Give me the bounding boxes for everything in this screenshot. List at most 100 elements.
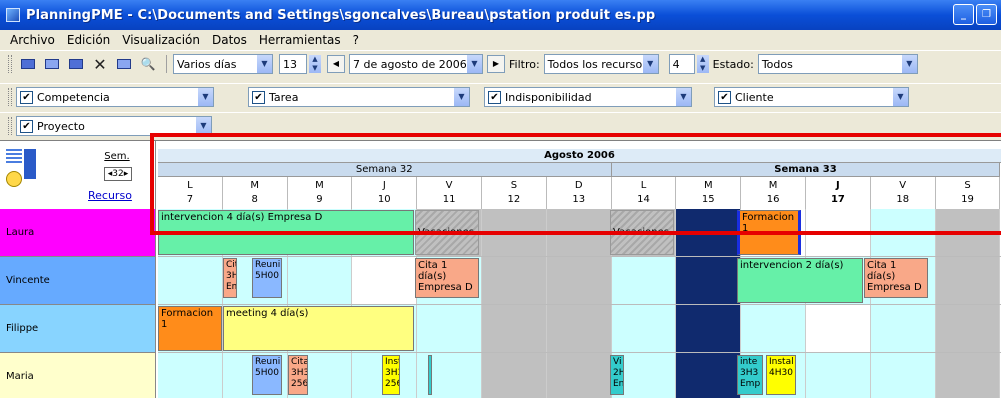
chevron-down-icon[interactable]: ▼ (641, 55, 658, 73)
day-header[interactable]: S 19 (935, 177, 1001, 209)
day-header[interactable]: V 11 (417, 177, 482, 209)
task-bar[interactable]: intervencion 2 día(s) (737, 258, 863, 303)
week-number-control[interactable]: ◂32▸ (104, 167, 132, 181)
task-bar[interactable]: Vi 2H En (610, 355, 624, 395)
task-bar[interactable]: Inst 3H3 256 (382, 355, 400, 395)
day-header[interactable]: M9 (287, 177, 353, 209)
chevron-down-icon[interactable]: ▼ (900, 55, 917, 73)
day-cell[interactable] (806, 353, 871, 398)
checkbox-cliente[interactable]: ✔ (718, 90, 731, 104)
range-select[interactable]: Varios días ▼ (173, 54, 273, 74)
menu-herramientas[interactable]: Herramientas (257, 32, 343, 48)
day-cell[interactable] (546, 257, 612, 304)
day-header[interactable]: S 12 (482, 177, 547, 209)
task-bar[interactable]: Reuni 5H00 (252, 258, 282, 298)
day-header[interactable]: V 18 (870, 177, 936, 209)
search-icon[interactable]: 🔍 (138, 55, 158, 73)
menu-archivo[interactable]: Archivo (8, 32, 57, 48)
task-bar[interactable]: Cita 1 día(s) Empresa D (415, 258, 479, 298)
task-bar[interactable] (428, 355, 432, 395)
task-bar[interactable]: meeting 4 día(s) (223, 306, 414, 351)
task-bar[interactable]: Instal 4H30 (766, 355, 796, 395)
day-cell[interactable] (870, 209, 936, 256)
task-bar[interactable]: Cita 3H3 256 (288, 355, 308, 395)
day-cell[interactable] (546, 305, 612, 352)
menu-visualizacion[interactable]: Visualización (120, 32, 202, 48)
window-icon[interactable] (114, 55, 134, 73)
toolbar-grip[interactable] (8, 117, 12, 135)
menu-datos[interactable]: Datos (210, 32, 249, 48)
minimize-button[interactable]: _ (953, 4, 974, 25)
next-button[interactable]: ▶ (487, 55, 505, 73)
day-cell[interactable] (806, 305, 871, 352)
menu-edicion[interactable]: Edición (65, 32, 112, 48)
filter-select[interactable]: Todos los recursos ▼ (543, 54, 659, 74)
filter-count-spinner[interactable]: ▲ ▼ (696, 55, 709, 73)
checkbox-proyecto[interactable]: ✔ (20, 119, 33, 133)
chevron-down-icon[interactable]: ▼ (892, 88, 908, 106)
date-field[interactable]: 7 de agosto de 2006 ▼ (349, 54, 483, 74)
day-header[interactable]: L7 (158, 177, 223, 209)
day-cell[interactable] (676, 353, 742, 398)
day-header[interactable]: L 14 (611, 177, 677, 209)
day-cell[interactable] (935, 305, 1001, 352)
resource-vincente[interactable]: Vincente (0, 257, 156, 305)
grid-icon[interactable] (66, 55, 86, 73)
day-cell[interactable] (158, 257, 223, 304)
day-cell[interactable] (935, 209, 1001, 256)
unavailability-bar[interactable]: Vacaciones (415, 210, 479, 255)
day-cell[interactable] (870, 353, 936, 398)
resource-filippe[interactable]: Filippe (0, 305, 156, 353)
recurso-link[interactable]: Recurso (88, 189, 132, 202)
calendar-dropdown-icon[interactable]: ▼ (466, 55, 482, 73)
chevron-down-icon[interactable]: ▼ (256, 55, 272, 73)
count-spinner[interactable]: ▲ ▼ (309, 55, 321, 73)
filter-competencia[interactable]: ✔ Competencia ▼ (16, 87, 214, 107)
task-bar[interactable]: Reuni 5H00 (252, 355, 282, 395)
week-mode-button[interactable]: Sem. (104, 151, 130, 162)
task-bar[interactable]: Cita 1 día(s) Empresa D (864, 258, 928, 298)
task-bar[interactable]: intervencion 4 día(s) Empresa D (158, 210, 414, 255)
day-cell[interactable] (741, 305, 806, 352)
day-cell[interactable] (935, 353, 1001, 398)
day-cell[interactable] (417, 353, 482, 398)
day-header[interactable]: J 17 (806, 177, 871, 209)
day-cell[interactable] (546, 353, 612, 398)
day-cell[interactable] (482, 305, 547, 352)
chevron-down-icon[interactable]: ▼ (453, 88, 469, 106)
count-field[interactable]: 13 (279, 54, 307, 74)
chevron-down-icon[interactable]: ▼ (195, 117, 211, 135)
day-cell[interactable] (482, 209, 547, 256)
day-header[interactable]: J 10 (352, 177, 418, 209)
day-cell[interactable] (546, 209, 612, 256)
view-week-icon[interactable] (42, 55, 62, 73)
day-cell[interactable] (611, 257, 677, 304)
filter-indisponibilidad[interactable]: ✔ Indisponibilidad ▼ (484, 87, 692, 107)
day-cell[interactable] (676, 305, 742, 352)
checkbox-tarea[interactable]: ✔ (252, 90, 265, 104)
filter-cliente[interactable]: ✔ Cliente ▼ (714, 87, 909, 107)
checkbox-indisponibilidad[interactable]: ✔ (488, 90, 501, 104)
chevron-down-icon[interactable]: ▼ (197, 88, 213, 106)
filter-tarea[interactable]: ✔ Tarea ▼ (248, 87, 470, 107)
chevron-down-icon[interactable]: ▼ (675, 88, 691, 106)
day-cell[interactable] (611, 305, 677, 352)
day-cell[interactable] (806, 209, 871, 256)
task-bar[interactable]: Cit 3H Em (223, 258, 237, 298)
view-day-icon[interactable] (18, 55, 38, 73)
day-cell[interactable] (676, 209, 742, 256)
day-cell[interactable] (482, 353, 547, 398)
toolbar-grip[interactable] (8, 55, 12, 73)
state-select[interactable]: Todos ▼ (757, 54, 918, 74)
resource-laura[interactable]: Laura (0, 209, 156, 257)
task-bar[interactable]: Formacion 1 (158, 306, 222, 351)
unavailability-bar[interactable]: Vacaciones (610, 210, 674, 255)
day-cell[interactable] (158, 353, 223, 398)
task-bar[interactable]: inte 3H3 Emp (737, 355, 763, 395)
filter-proyecto[interactable]: ✔ Proyecto ▼ (16, 116, 212, 136)
task-bar[interactable]: Formacion 1 (737, 210, 801, 255)
day-cell[interactable] (287, 257, 353, 304)
prev-button[interactable]: ◀ (327, 55, 345, 73)
day-cell[interactable] (870, 305, 936, 352)
day-header[interactable]: M 16 (741, 177, 806, 209)
